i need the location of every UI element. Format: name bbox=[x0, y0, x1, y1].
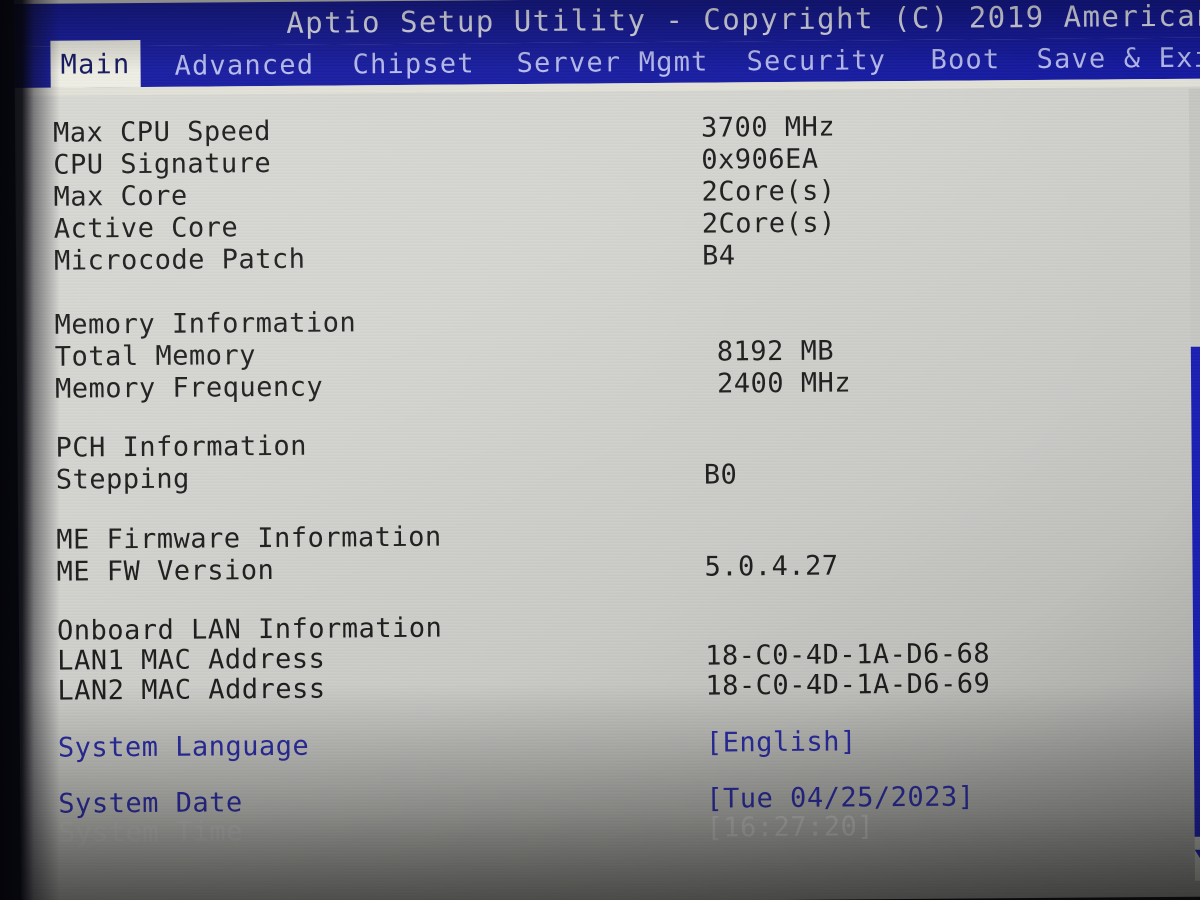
bios-setup-screen: Aptio Setup Utility - Copyright (C) 2019… bbox=[14, 0, 1200, 900]
row-value: 2400 MHz bbox=[716, 367, 852, 400]
main-content: Max CPU Speed 3700 MHz CPU Signature 0x906E… bbox=[15, 86, 1200, 895]
row-value: 18-C0-4D-1A-D6-68 bbox=[705, 638, 991, 672]
row-value: 2Core(s) bbox=[701, 175, 836, 208]
triangle-down-icon[interactable] bbox=[1194, 849, 1200, 863]
row-label: Max CPU Speed bbox=[52, 115, 272, 149]
row-value: 2Core(s) bbox=[701, 207, 836, 240]
row-value: 8192 MB bbox=[716, 335, 835, 368]
row-value: B0 bbox=[703, 459, 738, 491]
row-label: Max Core bbox=[53, 180, 188, 213]
row-value: 18-C0-4D-1A-D6-69 bbox=[705, 668, 991, 702]
row-label: ME FW Version bbox=[56, 554, 275, 588]
row-value-editable[interactable]: [16:27:20] bbox=[706, 811, 874, 844]
row-label: LAN2 MAC Address bbox=[57, 673, 326, 707]
row-label: Total Memory bbox=[54, 340, 257, 373]
tab-advanced[interactable]: Advanced bbox=[164, 45, 324, 87]
row-value: 5.0.4.27 bbox=[704, 550, 839, 583]
row-value: 0x906EA bbox=[701, 143, 819, 176]
row-label: Stepping bbox=[55, 463, 190, 496]
row-value: 3700 MHz bbox=[700, 111, 836, 144]
row-label: ME Firmware Information bbox=[56, 521, 442, 556]
tab-boot[interactable]: Boot bbox=[920, 39, 1010, 81]
tab-security[interactable]: Security bbox=[736, 40, 896, 82]
tab-main[interactable]: Main bbox=[50, 40, 141, 88]
row-label: PCH Information bbox=[55, 430, 308, 464]
row-label: LAN1 MAC Address bbox=[57, 643, 326, 677]
row-label: Memory Information bbox=[54, 307, 357, 341]
row-label: CPU Signature bbox=[53, 147, 272, 181]
row-label: System Language bbox=[57, 730, 310, 764]
setting-row[interactable]: System Language [English] bbox=[20, 723, 1200, 765]
row-label: Active Core bbox=[53, 212, 239, 245]
row-label: Memory Frequency bbox=[54, 371, 324, 405]
monitor-photo: Aptio Setup Utility - Copyright (C) 2019… bbox=[0, 0, 1200, 900]
row-label: Microcode Patch bbox=[53, 243, 306, 277]
row-label: System Time bbox=[58, 816, 244, 849]
row-value-editable[interactable]: [English] bbox=[706, 726, 857, 759]
row-value: B4 bbox=[701, 240, 736, 272]
tab-server-mgmt[interactable]: Server Mgmt bbox=[506, 41, 718, 84]
tab-chipset[interactable]: Chipset bbox=[342, 43, 485, 85]
tab-save-exit[interactable]: Save & Exit bbox=[1026, 37, 1200, 80]
